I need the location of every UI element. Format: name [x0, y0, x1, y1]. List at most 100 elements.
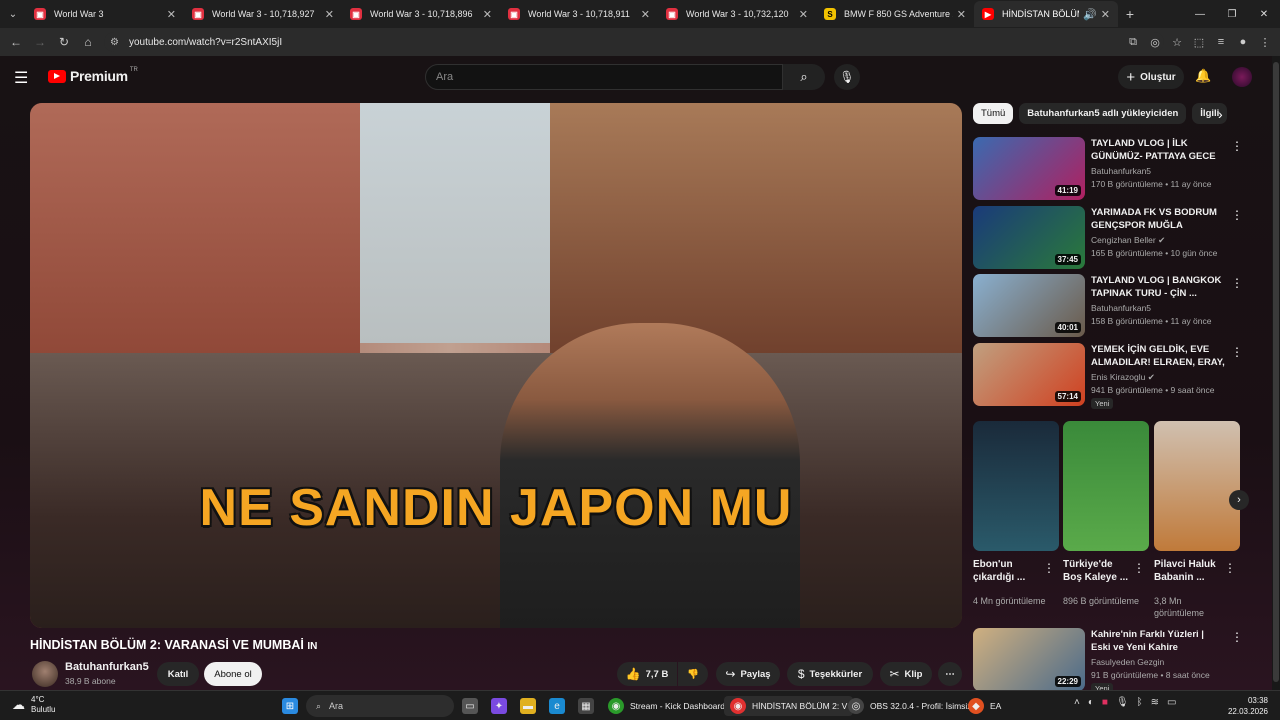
join-button[interactable]: Katıl	[157, 662, 199, 686]
home-icon[interactable]: ⌂	[76, 35, 100, 49]
bluetooth-icon[interactable]: ᛒ	[1137, 697, 1143, 708]
channel-name[interactable]: Batuhanfurkan5	[1091, 166, 1151, 176]
more-vert-icon[interactable]: ⋮	[1133, 561, 1145, 575]
more-vert-icon[interactable]: ⋮	[1231, 276, 1243, 290]
recommended-video[interactable]: 41:19 TAYLAND VLOG | İLK GÜNÜMÜZ- PATTAYA…	[973, 137, 1253, 201]
like-button[interactable]: 👍 7,7 B	[617, 662, 677, 686]
short-thumbnail[interactable]	[973, 421, 1059, 551]
chip-all[interactable]: Tümü	[973, 103, 1014, 124]
short-thumbnail[interactable]	[1154, 421, 1240, 551]
youtube-premium-logo[interactable]: Premium TR	[48, 67, 138, 84]
more-vert-icon[interactable]: ⋮	[1043, 561, 1055, 575]
forward-icon[interactable]: →	[28, 35, 52, 49]
close-tab-icon[interactable]: ✕	[325, 8, 334, 21]
share-button[interactable]: ↪ Paylaş	[716, 662, 780, 686]
tray-overflow-icon[interactable]: ˄	[1074, 697, 1080, 708]
close-tab-icon[interactable]: ✕	[799, 8, 808, 21]
browser-tab[interactable]: ▣ World War 3 - 10,732,120 ✕	[658, 1, 816, 27]
browser-tab[interactable]: S BMW F 850 GS Adventure 2023 ✕	[816, 1, 974, 27]
short-title[interactable]: Pilavci Haluk Babanin ...	[1154, 558, 1224, 584]
weather-widget[interactable]: ☁ 4°C Bulutlu	[12, 695, 55, 715]
browser-tab[interactable]: ▣ World War 3 ✕	[26, 1, 184, 27]
channel-name[interactable]: Batuhanfurkan5	[65, 661, 149, 673]
more-vert-icon[interactable]: ⋮	[1231, 208, 1243, 222]
tray-app-icon[interactable]: ◐	[1088, 697, 1094, 708]
video-thumbnail[interactable]: 41:19	[973, 137, 1085, 200]
reading-list-icon[interactable]: ≡	[1210, 36, 1232, 48]
close-tab-icon[interactable]: ✕	[641, 8, 650, 21]
video-thumbnail[interactable]: 57:14	[973, 343, 1085, 406]
file-explorer-icon[interactable]: ▬	[520, 696, 542, 716]
taskbar-app-kick[interactable]: ◉ Stream - Kick Dashboard	[608, 696, 725, 716]
extensions-icon[interactable]: ⬚	[1188, 36, 1210, 49]
account-avatar[interactable]	[1232, 67, 1252, 87]
browser-tab[interactable]: ▣ World War 3 - 10,718,911 ✕	[500, 1, 658, 27]
dislike-button[interactable]: 👎	[678, 662, 708, 686]
edge-icon[interactable]: e	[549, 696, 571, 716]
notifications-bell-icon[interactable]: 🔔	[1195, 68, 1211, 84]
taskbar-app-ea[interactable]: ◆ EA	[968, 696, 1001, 716]
minimize-icon[interactable]: —	[1184, 0, 1216, 28]
create-button[interactable]: + Oluştur	[1118, 65, 1184, 89]
reload-icon[interactable]: ↻	[52, 35, 76, 49]
chip-from-uploader[interactable]: Batuhanfurkan5 adlı yükleyiciden	[1019, 103, 1187, 124]
thanks-button[interactable]: $ Teşekkürler	[787, 662, 873, 686]
clip-button[interactable]: ✂ Klip	[880, 662, 932, 686]
close-tab-icon[interactable]: ✕	[167, 8, 176, 21]
video-title[interactable]: TAYLAND VLOG | BANGKOK TAPINAK TURU - Çİ…	[1091, 274, 1226, 300]
video-title[interactable]: YEMEK İÇİN GELDİK, EVE ALMADILAR! ELRAEN…	[1091, 343, 1226, 369]
recommended-video[interactable]: 22:29 Kahire'nin Farklı Yüzleri | Eski ve…	[973, 628, 1253, 690]
short-title[interactable]: Türkiye'de Boş Kaleye ...	[1063, 558, 1133, 584]
microphone-icon[interactable]: 🎙	[1116, 697, 1129, 708]
wifi-icon[interactable]: ≋	[1151, 697, 1159, 708]
battery-icon[interactable]: ▭	[1167, 697, 1176, 708]
more-vert-icon[interactable]: ⋮	[1231, 630, 1243, 644]
bookmark-star-icon[interactable]: ☆	[1166, 36, 1188, 49]
maximize-icon[interactable]: ❐	[1216, 0, 1248, 28]
system-clock[interactable]: 03:38 22.03.2026	[1218, 695, 1268, 717]
channel-name[interactable]: Fasulyeden Gezgin	[1091, 657, 1164, 667]
address-bar[interactable]: ⚙ youtube.com/watch?v=r2SntAXI5jI	[104, 32, 1164, 52]
back-icon[interactable]: ←	[4, 35, 28, 49]
profile-icon[interactable]: ●	[1232, 36, 1254, 48]
task-view-icon[interactable]: ▭	[462, 696, 484, 716]
more-actions-button[interactable]: ⋯	[938, 662, 962, 686]
browser-tab[interactable]: ▣ World War 3 - 10,718,927 ✕	[184, 1, 342, 27]
chevron-right-icon[interactable]: ›	[1218, 106, 1223, 122]
more-vert-icon[interactable]: ⋮	[1231, 345, 1243, 359]
browser-tab-active[interactable]: ▶ HİNDİSTAN BÖLÜM 2: VAR 🔊 ✕	[974, 1, 1118, 27]
search-input[interactable]: Ara	[425, 64, 783, 90]
taskbar-app-youtube[interactable]: ◉ HİNDİSTAN BÖLÜM 2: V	[724, 696, 854, 716]
channel-avatar[interactable]	[32, 661, 58, 687]
channel-name[interactable]: Enis Kirazoglu ✔	[1091, 372, 1155, 383]
install-app-icon[interactable]: ⧉	[1122, 36, 1144, 49]
page-scrollbar[interactable]	[1272, 56, 1280, 690]
short-thumbnail[interactable]	[1063, 421, 1149, 551]
tray-app-icon[interactable]: ■	[1102, 697, 1108, 708]
site-info-icon[interactable]: ⚙	[110, 37, 119, 48]
recommended-video[interactable]: 57:14 YEMEK İÇİN GELDİK, EVE ALMADILAR! E…	[973, 343, 1253, 409]
new-tab-button[interactable]: +	[1118, 6, 1142, 22]
store-icon[interactable]: ▦	[578, 696, 600, 716]
short-title[interactable]: Ebon'un çıkardığı ...	[973, 558, 1043, 584]
taskbar-search[interactable]: ⌕ Ara	[306, 695, 454, 717]
channel-name[interactable]: Cengizhan Beller ✔	[1091, 235, 1165, 246]
tab-search-button[interactable]: ⌄	[0, 0, 26, 28]
video-player[interactable]: NE SANDIN JAPON MU	[30, 103, 962, 628]
channel-name[interactable]: Batuhanfurkan5	[1091, 303, 1151, 313]
close-window-icon[interactable]: ✕	[1248, 0, 1280, 28]
shorts-next-icon[interactable]: ›	[1229, 490, 1249, 510]
start-button[interactable]: ⊞	[282, 696, 304, 716]
tracking-icon[interactable]: ◎	[1144, 36, 1166, 49]
microphone-icon[interactable]: 🎙	[834, 64, 860, 90]
copilot-icon[interactable]: ✦	[491, 696, 513, 716]
search-icon[interactable]: ⌕	[783, 64, 825, 90]
more-vert-icon[interactable]: ⋮	[1224, 561, 1236, 575]
recommended-video[interactable]: 40:01 TAYLAND VLOG | BANGKOK TAPINAK TURU…	[973, 274, 1253, 338]
close-tab-icon[interactable]: ✕	[957, 8, 966, 21]
more-vert-icon[interactable]: ⋮	[1231, 139, 1243, 153]
subscribe-button[interactable]: Abone ol	[204, 662, 262, 686]
close-tab-icon[interactable]: ✕	[1101, 8, 1110, 21]
recommended-video[interactable]: 37:45 YARIMADA FK VS BODRUM GENÇSPOR MUĞL…	[973, 206, 1253, 270]
speaker-icon[interactable]: 🔊	[1083, 8, 1097, 21]
